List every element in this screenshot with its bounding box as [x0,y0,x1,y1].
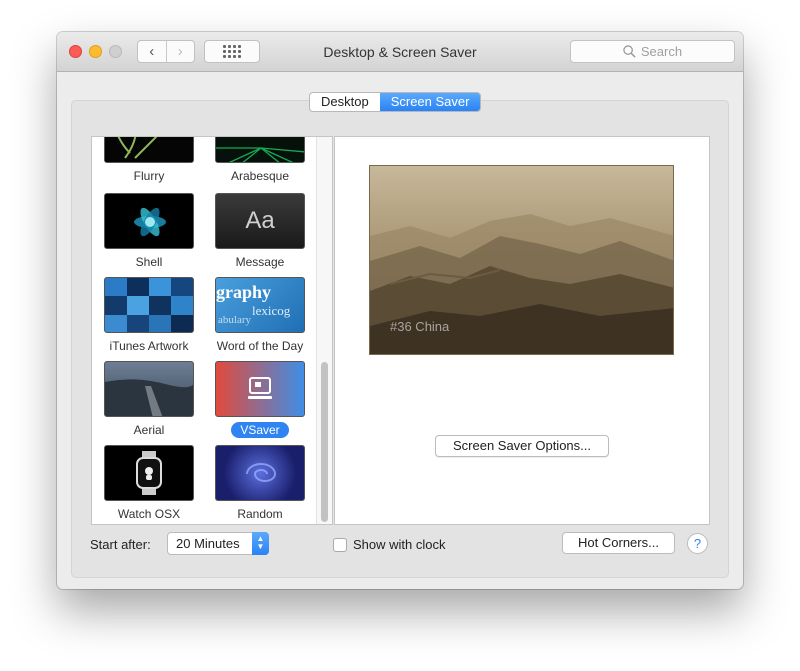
thumb-text: lexicog [252,303,291,318]
flurry-thumbnail [104,137,194,163]
start-after-value: 20 Minutes [176,536,240,551]
show-with-clock-checkbox[interactable] [333,537,347,552]
itunes-artwork-thumbnail [104,277,194,333]
search-field[interactable]: Search [570,40,735,63]
saver-label: Arabesque [230,169,290,183]
saver-label: Word of the Day [216,339,304,353]
thumb-text: Aa [245,207,275,234]
preview-pane: #36 China Screen Saver Options... [334,136,710,525]
vsaver-icon [248,377,272,399]
titlebar: ‹ › Desktop & Screen Saver Search [57,32,743,72]
thumb-text: abulary [218,314,251,326]
saver-tile-message[interactable]: Aa Message [215,193,305,270]
show-with-clock-option[interactable]: Show with clock [333,537,445,552]
watch-osx-thumbnail [104,445,194,501]
popup-arrows-icon: ▲ ▼ [252,532,269,555]
screen-saver-preview: #36 China [369,165,674,355]
saver-tile-shell[interactable]: Shell [104,193,194,270]
saver-label: Aerial [133,423,165,437]
saver-tile-itunes-artwork[interactable]: iTunes Artwork [104,277,194,354]
tab-screen-saver[interactable]: Screen Saver [379,93,481,111]
random-thumbnail [215,445,305,501]
saver-label: iTunes Artwork [109,339,189,353]
saver-tile-flurry[interactable]: Flurry [104,137,194,184]
search-placeholder: Search [640,44,683,59]
saver-tile-arabesque[interactable]: Arabesque [215,137,305,184]
scrollbar-thumb[interactable] [321,362,328,522]
message-thumbnail: Aa [215,193,305,249]
thumb-text: graphy [216,282,272,302]
hot-corners-button[interactable]: Hot Corners... [562,532,675,554]
tab-control: Desktop Screen Saver [309,92,482,112]
saver-label-selected: VSaver [231,422,289,438]
saver-tile-watch-osx[interactable]: Watch OSX [104,445,194,522]
show-with-clock-label: Show with clock [353,537,446,552]
vsaver-thumbnail [215,361,305,417]
word-of-the-day-thumbnail: graphy lexicog abulary [215,277,305,333]
system-preferences-window: ‹ › Desktop & Screen Saver Search Deskto… [57,32,743,589]
preview-caption: #36 China [390,319,450,334]
aerial-thumbnail [104,361,194,417]
saver-label: Watch OSX [117,507,181,521]
screen-saver-list[interactable]: Flurry Arabesque Shell Aa Message iTunes… [91,136,333,525]
help-button[interactable]: ? [687,533,708,554]
start-after-popup[interactable]: 20 Minutes ▲ ▼ [167,532,269,555]
saver-label: Flurry [133,169,165,183]
saver-label: Message [235,255,285,269]
search-icon [623,45,636,58]
arabesque-thumbnail [215,137,305,163]
saver-tile-word-of-the-day[interactable]: graphy lexicog abulary Word of the Day [215,277,305,354]
saver-tile-random[interactable]: Random [215,445,305,522]
watch-icon [136,451,162,495]
saver-tile-aerial[interactable]: Aerial [104,361,194,438]
start-after-label: Start after: [90,537,151,552]
saver-label: Shell [135,255,163,269]
list-scrollbar[interactable] [316,137,332,524]
tab-desktop[interactable]: Desktop [310,93,380,111]
saver-label: Random [237,507,283,521]
screen-saver-options-button[interactable]: Screen Saver Options... [435,435,609,457]
shell-thumbnail [104,193,194,249]
saver-tile-vsaver[interactable]: VSaver [215,361,305,438]
